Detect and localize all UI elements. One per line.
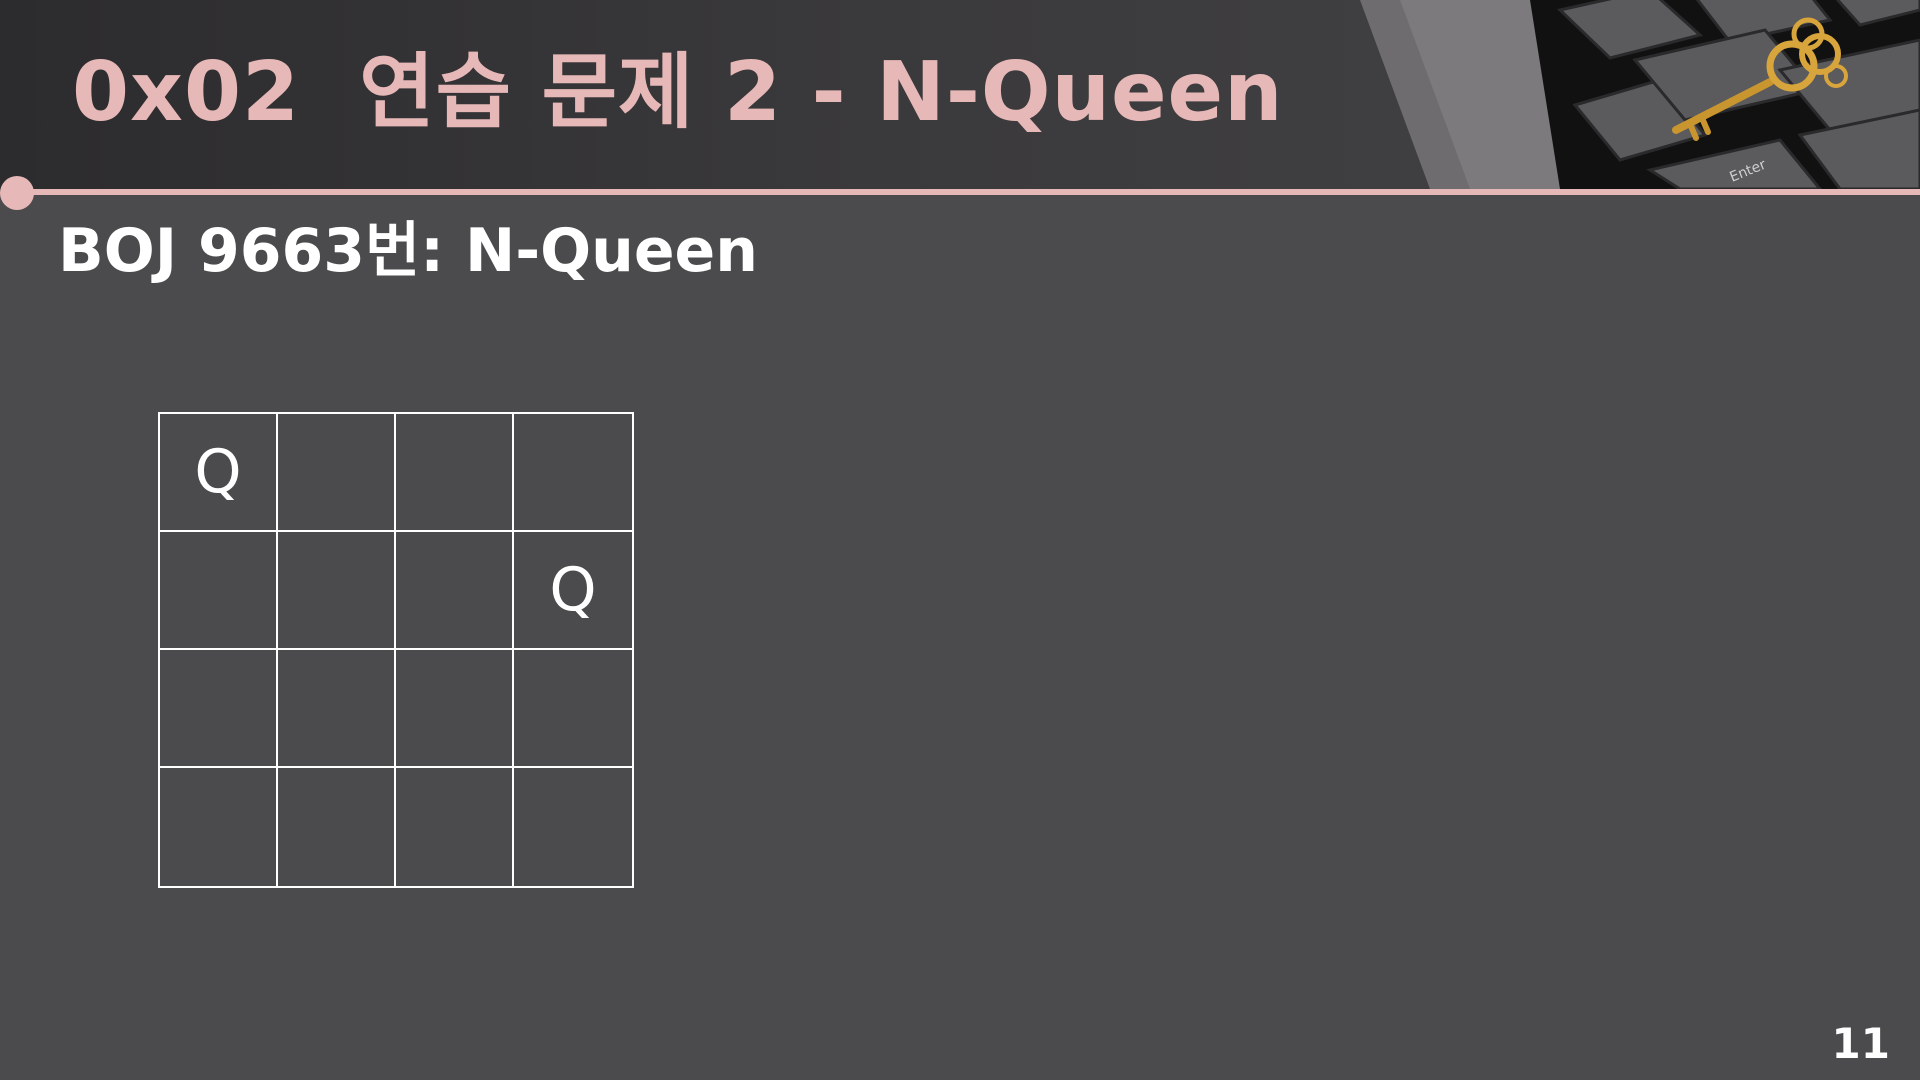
board-cell [514, 768, 632, 886]
board-cell [396, 532, 514, 650]
page-number: 11 [1831, 1019, 1890, 1068]
board-cell: Q [514, 532, 632, 650]
board-cell: Q [160, 414, 278, 532]
board-cell [514, 650, 632, 768]
board-cell [160, 768, 278, 886]
board-cell [160, 650, 278, 768]
board-cell [278, 414, 396, 532]
board-cell [514, 414, 632, 532]
queen-marker: Q [549, 555, 597, 625]
queen-marker: Q [194, 437, 242, 507]
board-cell [396, 768, 514, 886]
board-cell [160, 532, 278, 650]
divider-line [16, 189, 1920, 195]
problem-subtitle: BOJ 9663번: N-Queen [58, 216, 758, 286]
keyboard-key-photo: Enter [1360, 0, 1920, 189]
slide: Enter 0x02 연습 문제 2 - N-Queen BOJ 9663번: … [0, 0, 1920, 1080]
board-cell [396, 414, 514, 532]
board-cell [396, 650, 514, 768]
board-cell [278, 650, 396, 768]
board-cell [278, 768, 396, 886]
slide-title: 0x02 연습 문제 2 - N-Queen [72, 45, 1284, 140]
board-cell [278, 532, 396, 650]
n-queen-board: QQ [158, 412, 634, 888]
keyboard-key-illustration: Enter [1360, 0, 1920, 189]
